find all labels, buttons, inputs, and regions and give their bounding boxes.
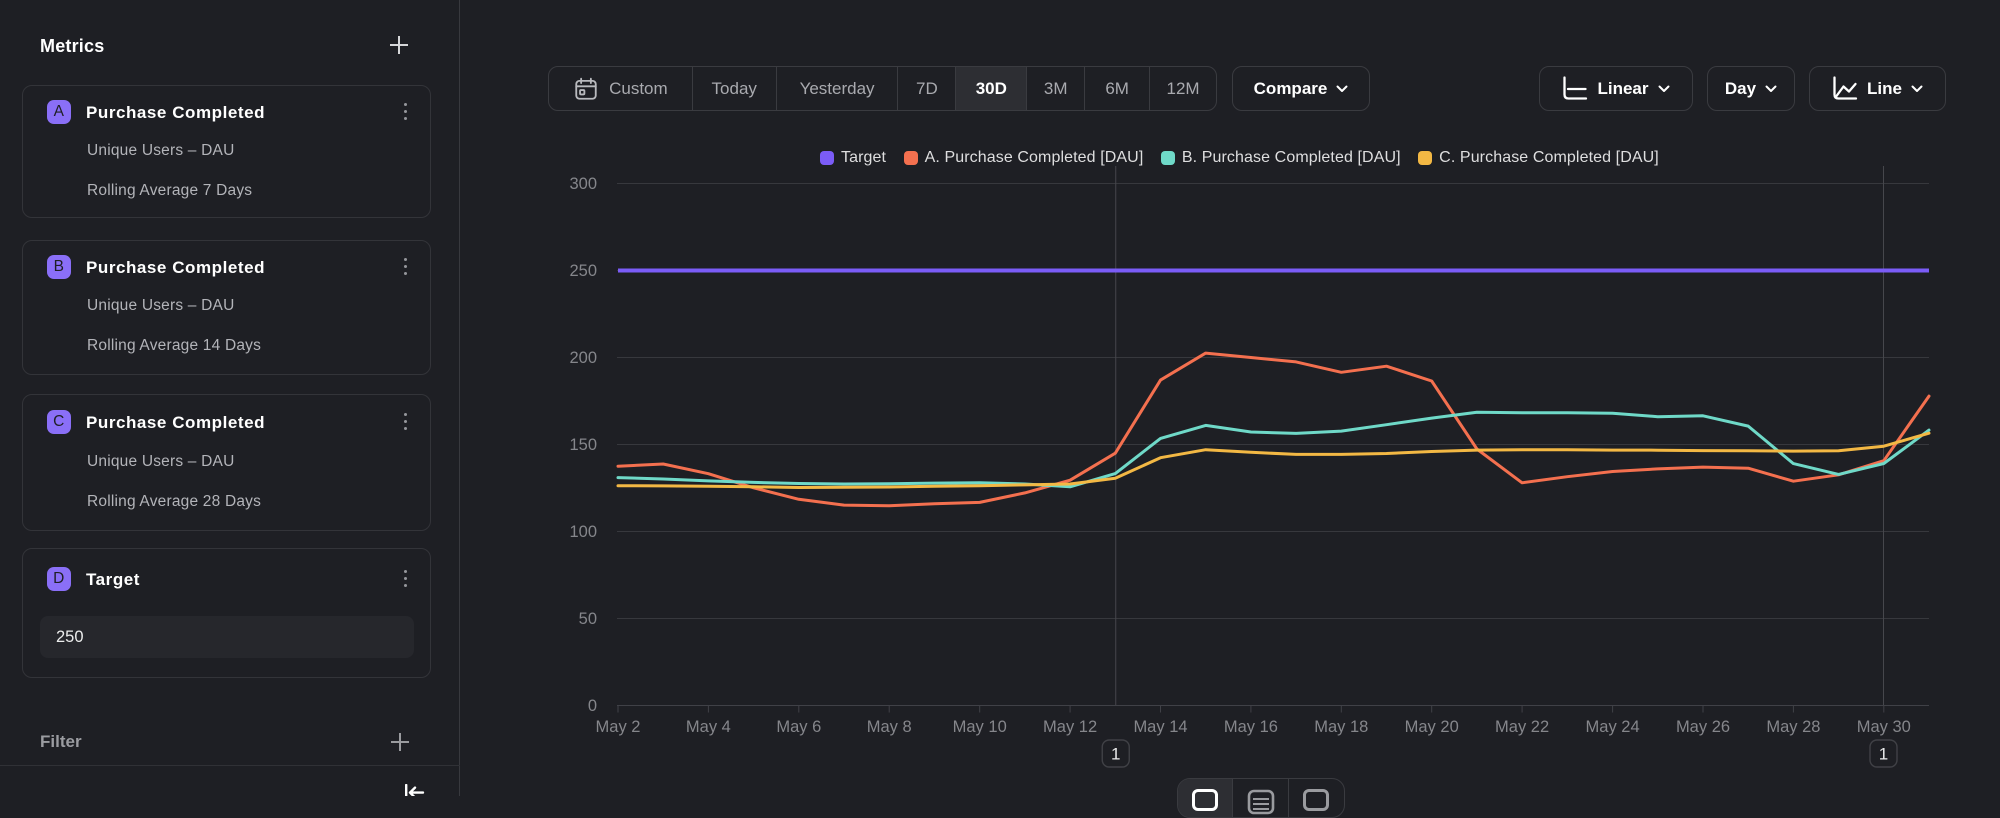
svg-text:May 14: May 14 [1133, 718, 1187, 736]
svg-text:May 6: May 6 [776, 718, 821, 736]
svg-text:0: 0 [588, 697, 597, 715]
svg-text:May 24: May 24 [1586, 718, 1640, 736]
svg-text:200: 200 [569, 349, 597, 367]
svg-text:May 20: May 20 [1405, 718, 1459, 736]
svg-text:250: 250 [569, 262, 597, 280]
svg-text:May 4: May 4 [686, 718, 731, 736]
svg-text:May 2: May 2 [596, 718, 641, 736]
svg-text:150: 150 [569, 436, 597, 454]
svg-text:50: 50 [579, 610, 597, 628]
svg-text:May 26: May 26 [1676, 718, 1730, 736]
svg-text:May 30: May 30 [1857, 718, 1911, 736]
svg-text:May 28: May 28 [1766, 718, 1820, 736]
svg-text:1: 1 [1111, 745, 1120, 764]
svg-text:May 18: May 18 [1314, 718, 1368, 736]
svg-text:May 22: May 22 [1495, 718, 1549, 736]
svg-text:May 12: May 12 [1043, 718, 1097, 736]
svg-text:May 10: May 10 [953, 718, 1007, 736]
svg-text:May 16: May 16 [1224, 718, 1278, 736]
svg-text:May 8: May 8 [867, 718, 912, 736]
svg-text:100: 100 [569, 523, 597, 541]
svg-text:1: 1 [1879, 745, 1888, 764]
svg-text:300: 300 [569, 175, 597, 193]
